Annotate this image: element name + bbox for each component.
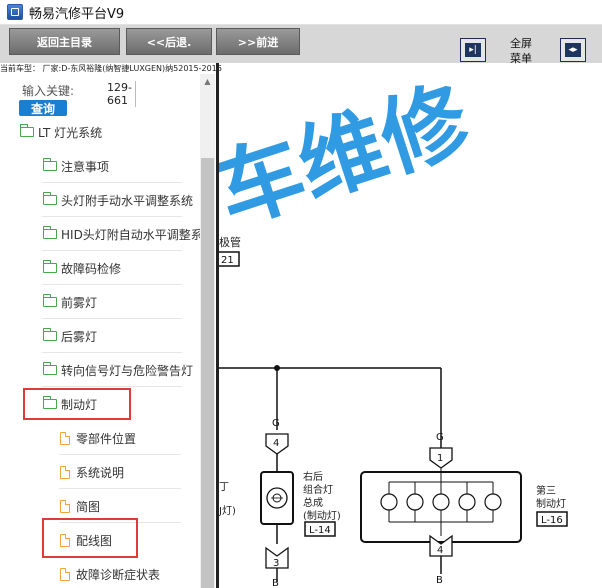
- scroll-up-arrow-icon[interactable]: ▲: [200, 74, 215, 88]
- divider: [42, 318, 182, 319]
- document-icon: [60, 499, 70, 513]
- title-bar: 畅易汽修平台V9: [0, 0, 602, 25]
- connector-pin: 4: [273, 438, 279, 449]
- divider: [42, 182, 182, 183]
- folder-open-icon: [20, 124, 34, 137]
- partial-label: 丁: [219, 482, 229, 493]
- folder-icon: [43, 158, 57, 171]
- tree-folder[interactable]: HID头灯附自动水平调整系统: [43, 222, 215, 246]
- connector-code: L-14: [309, 525, 331, 536]
- wiring-diagram: 车维修 极管 21 G 4 3 B 丁 J灯) 右后 组合灯 总成 (制动灯) …: [219, 74, 568, 588]
- wire-color-label: B: [436, 575, 443, 586]
- fullscreen-menu-label: 全屏 菜单: [510, 37, 532, 65]
- tree-root-lighting[interactable]: LT 灯光系统: [20, 120, 102, 144]
- search-input[interactable]: 129- 661: [107, 81, 136, 107]
- divider: [42, 216, 182, 217]
- tree-file[interactable]: 系统说明: [60, 460, 124, 484]
- forward-button[interactable]: >>前进: [216, 28, 300, 55]
- document-icon: [60, 465, 70, 479]
- partial-label: J灯): [219, 505, 236, 517]
- connector-code: 21: [221, 255, 234, 266]
- divider: [42, 284, 182, 285]
- divider: [59, 454, 181, 455]
- connector-pin: 3: [273, 558, 279, 569]
- search-label: 输入关键:: [22, 84, 75, 98]
- scroll-thumb[interactable]: [201, 158, 214, 588]
- tree-file[interactable]: 故障诊断症状表: [60, 562, 160, 586]
- tree-folder[interactable]: 故障码检修: [43, 256, 121, 280]
- arrow-right-bar-icon: ▸|: [465, 43, 481, 57]
- highlight-box: [42, 518, 138, 558]
- rear-lamp-label: 右后: [303, 470, 323, 483]
- tree-folder[interactable]: 转向信号灯与危险警告灯: [43, 358, 193, 382]
- wiring-diagram-viewer[interactable]: 车维修 极管 21 G 4 3 B 丁 J灯) 右后 组合灯 总成 (制动灯) …: [219, 74, 602, 588]
- third-lamp-label: 制动灯: [536, 497, 566, 510]
- connector-code: L-16: [541, 515, 563, 526]
- watermark-text: 车维修: [219, 74, 482, 244]
- fullscreen-button[interactable]: ◂▸: [560, 38, 586, 62]
- wire-color-label: G: [436, 432, 444, 443]
- third-lamp-label: 第三: [536, 484, 556, 497]
- document-icon: [60, 431, 70, 445]
- toolbar: 返回主目录 <<后退. >>前进 ▸| 全屏 菜单 ◂▸: [0, 25, 602, 65]
- expand-arrows-icon: ◂▸: [565, 43, 581, 57]
- divider: [42, 250, 182, 251]
- rear-lamp-label: (制动灯): [303, 509, 341, 522]
- document-icon: [60, 567, 70, 581]
- folder-icon: [43, 260, 57, 273]
- current-car-model: 当前车型： 厂家:D-东风裕隆(纳智捷LUXGEN)纳52015-2016: [0, 64, 222, 73]
- folder-icon: [43, 294, 57, 307]
- tree-folder[interactable]: 注意事项: [43, 154, 109, 178]
- highlight-box: [23, 388, 131, 420]
- rear-lamp-label: 组合灯: [303, 483, 333, 496]
- wire-color-label: G: [272, 418, 280, 429]
- tree-folder[interactable]: 后雾灯: [43, 324, 97, 348]
- wire-color-label: B: [272, 578, 279, 588]
- folder-icon: [43, 328, 57, 341]
- connector-pin: 1: [437, 453, 443, 464]
- home-button[interactable]: 返回主目录: [9, 28, 120, 55]
- tree-file[interactable]: 简图: [60, 494, 100, 518]
- back-button[interactable]: <<后退.: [126, 28, 212, 55]
- window-title: 畅易汽修平台V9: [29, 6, 125, 22]
- folder-icon: [43, 192, 57, 205]
- collapse-menu-button[interactable]: ▸|: [460, 38, 486, 62]
- tree-folder[interactable]: 头灯附手动水平调整系统: [43, 188, 193, 212]
- catalog-panel: 输入关键: 129- 661 查询 LT 灯光系统 注意事项 头灯附手动水平调整…: [0, 74, 216, 588]
- tree-folder[interactable]: 前雾灯: [43, 290, 97, 314]
- divider: [42, 352, 182, 353]
- partial-label: 极管: [219, 235, 241, 249]
- folder-icon: [43, 226, 57, 239]
- rear-lamp-label: 总成: [303, 496, 323, 509]
- divider: [42, 386, 182, 387]
- connector-pin: 4: [437, 545, 443, 556]
- tree-file[interactable]: 零部件位置: [60, 426, 136, 450]
- app-logo-icon: [7, 4, 23, 20]
- search-button[interactable]: 查询: [19, 100, 67, 116]
- divider: [59, 488, 181, 489]
- tree-scrollbar[interactable]: ▲: [200, 74, 215, 588]
- folder-icon: [43, 362, 57, 375]
